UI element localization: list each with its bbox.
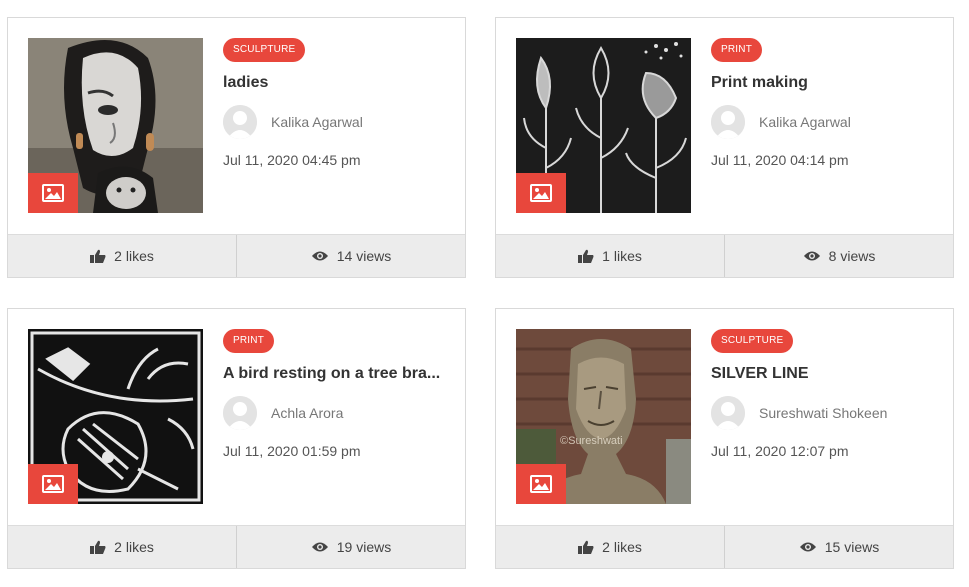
category-badge[interactable]: PRINT — [711, 38, 762, 62]
views-count: 19 — [336, 539, 353, 555]
views-label: views — [356, 539, 392, 555]
views-count: 15 — [824, 539, 841, 555]
image-icon — [42, 475, 64, 493]
author-name: Sureshwati Shokeen — [759, 405, 888, 421]
likes-label: likes — [125, 539, 154, 555]
author-name: Kalika Agarwal — [271, 114, 363, 130]
user-avatar-icon — [711, 396, 745, 430]
user-avatar-icon — [711, 105, 745, 139]
post-thumbnail[interactable] — [516, 38, 691, 213]
thumbs-up-icon — [90, 540, 106, 554]
author-name: Achla Arora — [271, 405, 344, 421]
post-date: Jul 11, 2020 04:14 pm — [711, 152, 849, 168]
post-stats: 2 likes 14 views — [8, 234, 465, 277]
avatar — [223, 396, 257, 430]
avatar — [223, 105, 257, 139]
image-icon — [530, 184, 552, 202]
likes-count: 2 — [114, 539, 122, 555]
likes-count: 2 — [114, 248, 122, 264]
post-stats: 2 likes 19 views — [8, 525, 465, 568]
post-date: Jul 11, 2020 12:07 pm — [711, 443, 849, 459]
views-label: views — [840, 248, 876, 264]
post-thumbnail[interactable] — [28, 38, 203, 213]
views-stat: 19 views — [236, 526, 465, 568]
image-badge — [516, 173, 566, 213]
image-icon — [42, 184, 64, 202]
like-button[interactable]: 1 likes — [496, 235, 724, 277]
post-author[interactable]: Sureshwati Shokeen — [711, 396, 887, 430]
views-count: 14 — [336, 248, 353, 264]
post-author[interactable]: Kalika Agarwal — [223, 105, 363, 139]
post-thumbnail[interactable] — [28, 329, 203, 504]
post-title[interactable]: ladies — [223, 74, 453, 92]
image-watermark: ©Sureshwati — [560, 435, 623, 447]
user-avatar-icon — [223, 396, 257, 430]
image-badge — [28, 173, 78, 213]
post-card: SCULPTURE ladies Kalika Agarwal Jul 11, … — [7, 17, 466, 278]
likes-count: 2 — [602, 539, 610, 555]
post-title[interactable]: Print making — [711, 74, 941, 92]
category-badge[interactable]: PRINT — [223, 329, 274, 353]
eye-icon — [799, 541, 817, 553]
post-card: PRINT A bird resting on a tree bra... Ac… — [7, 308, 466, 569]
avatar — [711, 396, 745, 430]
post-author[interactable]: Kalika Agarwal — [711, 105, 851, 139]
views-stat: 15 views — [724, 526, 953, 568]
likes-label: likes — [613, 539, 642, 555]
like-button[interactable]: 2 likes — [8, 526, 236, 568]
post-card: ©Sureshwati SCULPTURE SILVER LINE Suresh… — [495, 308, 954, 569]
user-avatar-icon — [223, 105, 257, 139]
category-badge[interactable]: SCULPTURE — [223, 38, 306, 62]
like-button[interactable]: 2 likes — [496, 526, 724, 568]
post-date: Jul 11, 2020 04:45 pm — [223, 152, 361, 168]
eye-icon — [311, 250, 329, 262]
post-stats: 1 likes 8 views — [496, 234, 953, 277]
post-stats: 2 likes 15 views — [496, 525, 953, 568]
views-label: views — [356, 248, 392, 264]
post-title[interactable]: SILVER LINE — [711, 365, 941, 383]
image-icon — [530, 475, 552, 493]
post-date: Jul 11, 2020 01:59 pm — [223, 443, 361, 459]
eye-icon — [803, 250, 821, 262]
author-name: Kalika Agarwal — [759, 114, 851, 130]
likes-count: 1 — [602, 248, 610, 264]
likes-label: likes — [613, 248, 642, 264]
like-button[interactable]: 2 likes — [8, 235, 236, 277]
views-stat: 14 views — [236, 235, 465, 277]
post-card: PRINT Print making Kalika Agarwal Jul 11… — [495, 17, 954, 278]
likes-label: likes — [125, 248, 154, 264]
eye-icon — [311, 541, 329, 553]
post-author[interactable]: Achla Arora — [223, 396, 343, 430]
thumbs-up-icon — [90, 249, 106, 263]
views-stat: 8 views — [724, 235, 953, 277]
thumbs-up-icon — [578, 540, 594, 554]
views-label: views — [844, 539, 880, 555]
thumbs-up-icon — [578, 249, 594, 263]
views-count: 8 — [828, 248, 837, 264]
post-title[interactable]: A bird resting on a tree bra... — [223, 365, 453, 383]
avatar — [711, 105, 745, 139]
category-badge[interactable]: SCULPTURE — [711, 329, 794, 353]
post-thumbnail[interactable]: ©Sureshwati — [516, 329, 691, 504]
image-badge — [516, 464, 566, 504]
image-badge — [28, 464, 78, 504]
